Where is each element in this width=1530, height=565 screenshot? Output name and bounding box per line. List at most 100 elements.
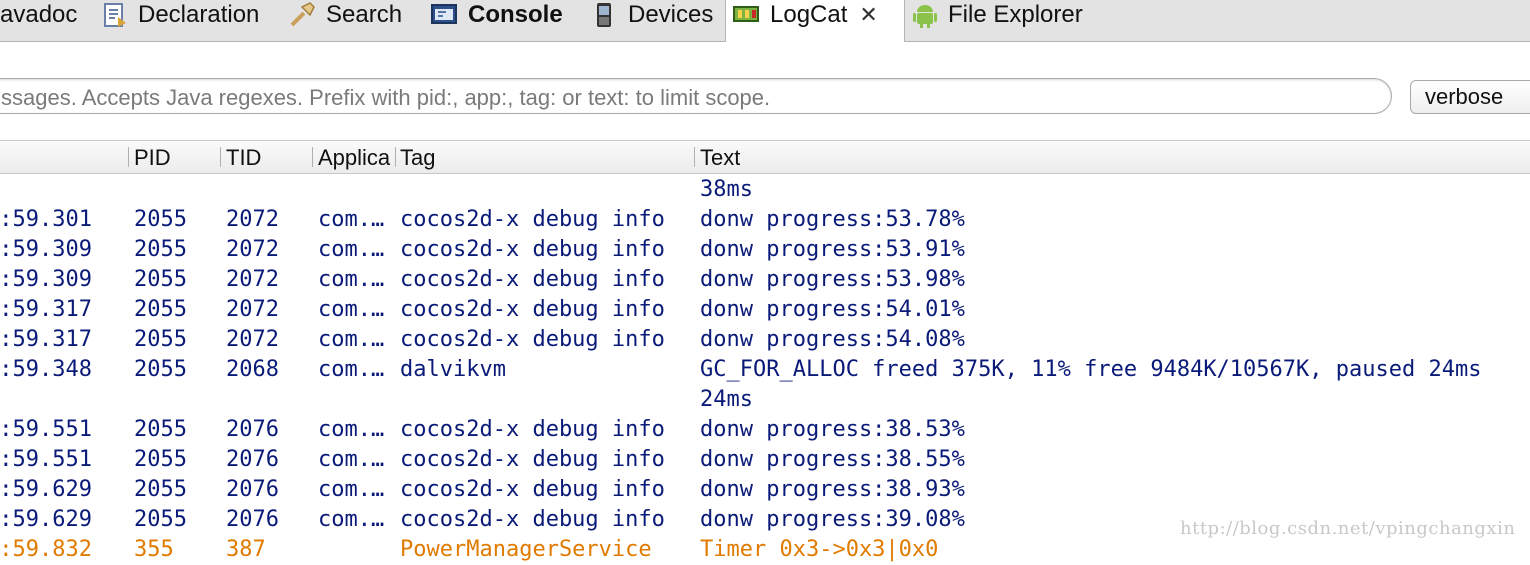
application-cell: com.… xyxy=(318,207,385,232)
pid-cell: 2055 xyxy=(134,237,187,262)
tid-cell: 2068 xyxy=(226,357,279,382)
logcat-filter-bar: ssages. Accepts Java regexes. Prefix wit… xyxy=(0,42,1530,140)
tag-cell: cocos2d-x debug info xyxy=(400,237,665,262)
table-row[interactable]: 3:59.301 2055 2072 com.… cocos2d-x debug… xyxy=(0,205,1530,235)
table-row[interactable]: 3:59.551 2055 2076 com.… cocos2d-x debug… xyxy=(0,445,1530,475)
table-row[interactable]: 38ms xyxy=(0,175,1530,205)
column-divider[interactable] xyxy=(220,147,221,167)
pid-cell: 2055 xyxy=(134,297,187,322)
pid-cell: 2055 xyxy=(134,477,187,502)
table-row[interactable]: 3:59.309 2055 2072 com.… cocos2d-x debug… xyxy=(0,235,1530,265)
logcat-icon xyxy=(732,1,762,29)
column-header-tid[interactable]: TID xyxy=(226,145,261,171)
application-cell: com.… xyxy=(318,417,385,442)
tid-cell: 2072 xyxy=(226,267,279,292)
tab-label: avadoc xyxy=(0,0,78,28)
column-divider[interactable] xyxy=(694,147,695,167)
tag-cell: dalvikvm xyxy=(400,357,506,382)
tag-cell: cocos2d-x debug info xyxy=(400,327,665,352)
column-divider[interactable] xyxy=(312,147,313,167)
tab-label: File Explorer xyxy=(948,0,1083,28)
table-row[interactable]: 3:59.309 2055 2072 com.… cocos2d-x debug… xyxy=(0,265,1530,295)
time-cell: 3:59.301 xyxy=(0,207,92,232)
android-icon xyxy=(910,1,940,29)
time-cell: 3:59.832 xyxy=(0,537,92,562)
search-icon xyxy=(288,1,318,29)
time-cell: 3:59.629 xyxy=(0,507,92,532)
tab-file-explorer[interactable]: File Explorer xyxy=(910,0,1083,41)
tab-devices[interactable]: Devices xyxy=(590,0,713,41)
text-cell: 24ms xyxy=(700,387,753,412)
pid-cell: 2055 xyxy=(134,207,187,232)
application-cell: com.… xyxy=(318,507,385,532)
text-cell: 38ms xyxy=(700,177,753,202)
text-cell: donw progress:38.53% xyxy=(700,417,965,442)
text-cell: donw progress:53.78% xyxy=(700,207,965,232)
column-header-tag[interactable]: Tag xyxy=(400,145,435,171)
application-cell: com.… xyxy=(318,267,385,292)
tid-cell: 2076 xyxy=(226,417,279,442)
search-input[interactable]: ssages. Accepts Java regexes. Prefix wit… xyxy=(0,78,1392,114)
log-table-body: 38ms 3:59.301 2055 2072 com.… cocos2d-x … xyxy=(0,175,1530,565)
devices-icon xyxy=(590,1,620,29)
text-cell: GC_FOR_ALLOC freed 375K, 11% free 9484K/… xyxy=(700,357,1482,382)
time-cell: 3:59.317 xyxy=(0,297,92,322)
table-row[interactable]: 3:59.348 2055 2068 com.… dalvikvm GC_FOR… xyxy=(0,355,1530,385)
tag-cell: cocos2d-x debug info xyxy=(400,207,665,232)
time-cell: 3:59.309 xyxy=(0,267,92,292)
pid-cell: 2055 xyxy=(134,447,187,472)
time-cell: 3:59.348 xyxy=(0,357,92,382)
time-cell: 3:59.309 xyxy=(0,237,92,262)
column-divider[interactable] xyxy=(128,147,129,167)
log-level-select[interactable]: verbose xyxy=(1410,80,1530,114)
table-row[interactable]: 3:59.832 355 387 PowerManagerService Tim… xyxy=(0,535,1530,565)
tag-cell: cocos2d-x debug info xyxy=(400,297,665,322)
tab-label: LogCat xyxy=(770,1,848,28)
close-icon[interactable]: ✕ xyxy=(859,2,877,28)
application-cell: com.… xyxy=(318,357,385,382)
tab-label: Devices xyxy=(628,0,714,28)
tag-cell: cocos2d-x debug info xyxy=(400,417,665,442)
tid-cell: 2072 xyxy=(226,207,279,232)
tab-label: Search xyxy=(326,0,403,28)
tag-cell: cocos2d-x debug info xyxy=(400,477,665,502)
column-header-text[interactable]: Text xyxy=(700,145,740,171)
text-cell: donw progress:53.91% xyxy=(700,237,965,262)
text-cell: donw progress:38.93% xyxy=(700,477,965,502)
tab-console[interactable]: Console xyxy=(430,0,563,41)
tab-declaration[interactable]: Declaration xyxy=(100,0,259,41)
column-divider[interactable] xyxy=(395,147,396,167)
text-cell: donw progress:54.08% xyxy=(700,327,965,352)
tid-cell: 387 xyxy=(226,537,266,562)
tag-cell: PowerManagerService xyxy=(400,537,652,562)
application-cell: com.… xyxy=(318,327,385,352)
table-row[interactable]: 3:59.317 2055 2072 com.… cocos2d-x debug… xyxy=(0,295,1530,325)
text-cell: donw progress:38.55% xyxy=(700,447,965,472)
tab-label: Console xyxy=(468,0,563,28)
tid-cell: 2076 xyxy=(226,477,279,502)
pid-cell: 2055 xyxy=(134,357,187,382)
application-cell: com.… xyxy=(318,297,385,322)
tid-cell: 2076 xyxy=(226,447,279,472)
tab-label: Declaration xyxy=(138,0,260,28)
tab-javadoc[interactable]: avadoc xyxy=(0,0,77,41)
tid-cell: 2072 xyxy=(226,327,279,352)
console-icon xyxy=(430,1,460,29)
pid-cell: 355 xyxy=(134,537,174,562)
column-header-application[interactable]: Applica xyxy=(318,145,394,171)
text-cell: donw progress:53.98% xyxy=(700,267,965,292)
pid-cell: 2055 xyxy=(134,417,187,442)
tab-logcat[interactable]: LogCat ✕ xyxy=(725,0,905,42)
table-row[interactable]: 3:59.317 2055 2072 com.… cocos2d-x debug… xyxy=(0,325,1530,355)
table-row[interactable]: 3:59.551 2055 2076 com.… cocos2d-x debug… xyxy=(0,415,1530,445)
tag-cell: cocos2d-x debug info xyxy=(400,447,665,472)
tab-search[interactable]: Search xyxy=(288,0,402,41)
watermark: http://blog.csdn.net/vpingchangxin xyxy=(1180,518,1516,539)
column-header-pid[interactable]: PID xyxy=(134,145,171,171)
table-row[interactable]: 3:59.629 2055 2076 com.… cocos2d-x debug… xyxy=(0,475,1530,505)
text-cell: Timer 0x3->0x3|0x0 xyxy=(700,537,939,562)
tid-cell: 2072 xyxy=(226,297,279,322)
table-row[interactable]: 24ms xyxy=(0,385,1530,415)
pid-cell: 2055 xyxy=(134,327,187,352)
tid-cell: 2072 xyxy=(226,237,279,262)
